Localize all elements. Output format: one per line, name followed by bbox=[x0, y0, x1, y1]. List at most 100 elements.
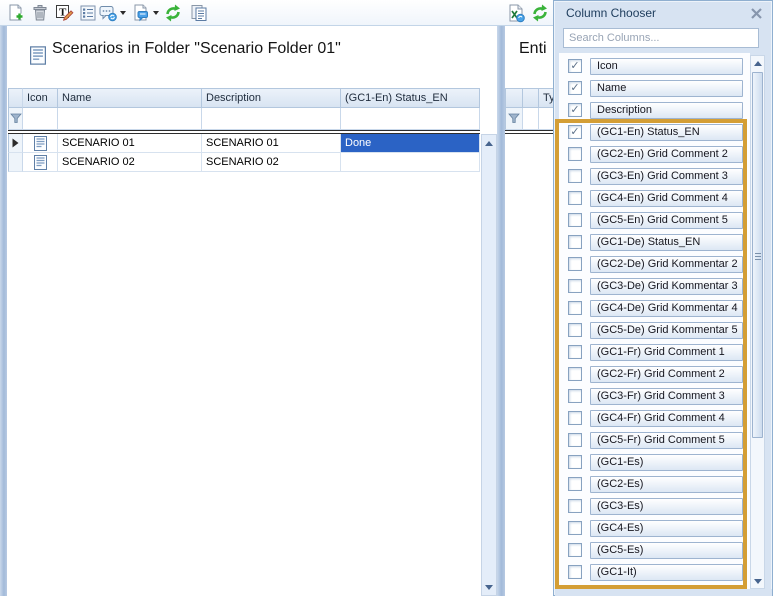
column-checkbox[interactable] bbox=[568, 191, 582, 205]
column-checkbox[interactable] bbox=[568, 169, 582, 183]
column-chooser-item[interactable]: ✓ Description bbox=[559, 102, 750, 119]
column-chooser-item[interactable]: (GC4-Es) bbox=[559, 520, 750, 537]
column-label[interactable]: (GC2-De) Grid Kommentar 2 bbox=[590, 256, 743, 273]
chevron-down-icon[interactable] bbox=[120, 11, 126, 15]
column-checkbox[interactable] bbox=[568, 345, 582, 359]
column-label[interactable]: (GC3-En) Grid Comment 3 bbox=[590, 168, 743, 185]
column-label[interactable]: (GC1-En) Status_EN bbox=[590, 124, 743, 141]
scroll-down-button[interactable] bbox=[482, 580, 496, 594]
column-chooser-item[interactable]: (GC5-Fr) Grid Comment 5 bbox=[559, 432, 750, 449]
filter-cell[interactable] bbox=[202, 108, 341, 130]
cell-status[interactable] bbox=[341, 153, 480, 172]
column-chooser-item[interactable]: (GC4-Fr) Grid Comment 4 bbox=[559, 410, 750, 427]
refresh-icon[interactable] bbox=[530, 3, 550, 23]
copy-icon[interactable] bbox=[189, 3, 209, 23]
column-checkbox[interactable]: ✓ bbox=[568, 103, 582, 117]
table-row[interactable]: SCENARIO 01SCENARIO 01Done bbox=[8, 134, 480, 153]
column-header-status[interactable]: (GC1-En) Status_EN bbox=[341, 88, 480, 108]
column-header-description[interactable]: Description bbox=[202, 88, 341, 108]
column-label[interactable]: Icon bbox=[590, 58, 743, 75]
filter-row-icon[interactable] bbox=[8, 108, 23, 130]
column-label[interactable]: (GC2-Fr) Grid Comment 2 bbox=[590, 366, 743, 383]
scrollbar-thumb[interactable] bbox=[752, 72, 763, 438]
column-chooser-item[interactable]: (GC3-Es) bbox=[559, 498, 750, 515]
column-checkbox[interactable] bbox=[568, 279, 582, 293]
column-chooser-item[interactable]: ✓ Name bbox=[559, 80, 750, 97]
column-checkbox[interactable] bbox=[568, 499, 582, 513]
column-label[interactable]: Name bbox=[590, 80, 743, 97]
column-checkbox[interactable] bbox=[568, 477, 582, 491]
column-checkbox[interactable] bbox=[568, 565, 582, 579]
column-chooser-item[interactable]: ✓ Icon bbox=[559, 58, 750, 75]
column-checkbox[interactable] bbox=[568, 257, 582, 271]
filter-cell[interactable] bbox=[23, 108, 58, 130]
cell-status[interactable]: Done bbox=[341, 134, 480, 153]
filter-cell[interactable] bbox=[341, 108, 480, 130]
cell-name[interactable]: SCENARIO 02 bbox=[58, 153, 202, 172]
comments-dropdown-icon[interactable] bbox=[98, 3, 118, 23]
column-checkbox[interactable] bbox=[568, 521, 582, 535]
column-checkbox[interactable] bbox=[568, 367, 582, 381]
column-header-icon[interactable]: Icon bbox=[23, 88, 58, 108]
cell-description[interactable]: SCENARIO 01 bbox=[202, 134, 341, 153]
column-chooser-item[interactable]: (GC1-De) Status_EN bbox=[559, 234, 750, 251]
column-checkbox[interactable] bbox=[568, 147, 582, 161]
refresh-icon[interactable] bbox=[163, 3, 183, 23]
cell-description[interactable]: SCENARIO 02 bbox=[202, 153, 341, 172]
filter-cell[interactable] bbox=[58, 108, 202, 130]
column-label[interactable]: (GC5-De) Grid Kommentar 5 bbox=[590, 322, 743, 339]
column-checkbox[interactable]: ✓ bbox=[568, 59, 582, 73]
column-chooser-item[interactable]: (GC5-Es) bbox=[559, 542, 750, 559]
column-label[interactable]: Description bbox=[590, 102, 743, 119]
column-checkbox[interactable]: ✓ bbox=[568, 81, 582, 95]
column-label[interactable]: (GC1-Fr) Grid Comment 1 bbox=[590, 344, 743, 361]
column-chooser-item[interactable]: (GC1-Es) bbox=[559, 454, 750, 471]
column-checkbox[interactable] bbox=[568, 543, 582, 557]
column-checkbox[interactable]: ✓ bbox=[568, 125, 582, 139]
column-chooser-item[interactable]: ✓ (GC1-En) Status_EN bbox=[559, 124, 750, 141]
search-input[interactable] bbox=[563, 28, 759, 48]
properties-icon[interactable] bbox=[78, 3, 98, 23]
column-chooser-item[interactable]: (GC2-De) Grid Kommentar 2 bbox=[559, 256, 750, 273]
export-excel-icon[interactable] bbox=[506, 3, 526, 23]
table-row[interactable]: SCENARIO 02SCENARIO 02 bbox=[8, 153, 480, 172]
column-label[interactable]: (GC3-Es) bbox=[590, 498, 743, 515]
document-comment-dropdown-icon[interactable] bbox=[131, 3, 151, 23]
column-label[interactable]: (GC3-Fr) Grid Comment 3 bbox=[590, 388, 743, 405]
column-chooser-item[interactable]: (GC3-De) Grid Kommentar 3 bbox=[559, 278, 750, 295]
column-checkbox[interactable] bbox=[568, 323, 582, 337]
delete-icon[interactable] bbox=[30, 3, 50, 23]
scroll-down-button[interactable] bbox=[751, 574, 764, 588]
column-label[interactable]: (GC2-En) Grid Comment 2 bbox=[590, 146, 743, 163]
column-checkbox[interactable] bbox=[568, 411, 582, 425]
column-chooser-item[interactable]: (GC2-Es) bbox=[559, 476, 750, 493]
column-label[interactable]: (GC1-De) Status_EN bbox=[590, 234, 743, 251]
column-label[interactable]: (GC4-En) Grid Comment 4 bbox=[590, 190, 743, 207]
column-header[interactable] bbox=[523, 88, 539, 108]
close-button[interactable] bbox=[749, 6, 764, 20]
column-chooser-item[interactable]: (GC3-Fr) Grid Comment 3 bbox=[559, 388, 750, 405]
chooser-scrollbar[interactable] bbox=[750, 55, 765, 589]
column-header-name[interactable]: Name bbox=[58, 88, 202, 108]
column-checkbox[interactable] bbox=[568, 389, 582, 403]
column-label[interactable]: (GC2-Es) bbox=[590, 476, 743, 493]
column-label[interactable]: (GC4-Fr) Grid Comment 4 bbox=[590, 410, 743, 427]
column-chooser-item[interactable]: (GC4-De) Grid Kommentar 4 bbox=[559, 300, 750, 317]
scroll-up-button[interactable] bbox=[482, 136, 496, 150]
column-chooser-item[interactable]: (GC4-En) Grid Comment 4 bbox=[559, 190, 750, 207]
column-checkbox[interactable] bbox=[568, 235, 582, 249]
cell-name[interactable]: SCENARIO 01 bbox=[58, 134, 202, 153]
column-chooser-item[interactable]: (GC2-Fr) Grid Comment 2 bbox=[559, 366, 750, 383]
column-label[interactable]: (GC5-En) Grid Comment 5 bbox=[590, 212, 743, 229]
column-chooser-item[interactable]: (GC5-De) Grid Kommentar 5 bbox=[559, 322, 750, 339]
column-label[interactable]: (GC3-De) Grid Kommentar 3 bbox=[590, 278, 743, 295]
chevron-down-icon[interactable] bbox=[153, 11, 159, 15]
column-checkbox[interactable] bbox=[568, 455, 582, 469]
column-checkbox[interactable] bbox=[568, 301, 582, 315]
column-chooser-item[interactable]: (GC5-En) Grid Comment 5 bbox=[559, 212, 750, 229]
column-label[interactable]: (GC4-De) Grid Kommentar 4 bbox=[590, 300, 743, 317]
column-label[interactable]: (GC5-Es) bbox=[590, 542, 743, 559]
column-chooser-item[interactable]: (GC1-It) bbox=[559, 564, 750, 581]
column-chooser-item[interactable]: (GC3-En) Grid Comment 3 bbox=[559, 168, 750, 185]
add-item-icon[interactable] bbox=[6, 3, 26, 23]
